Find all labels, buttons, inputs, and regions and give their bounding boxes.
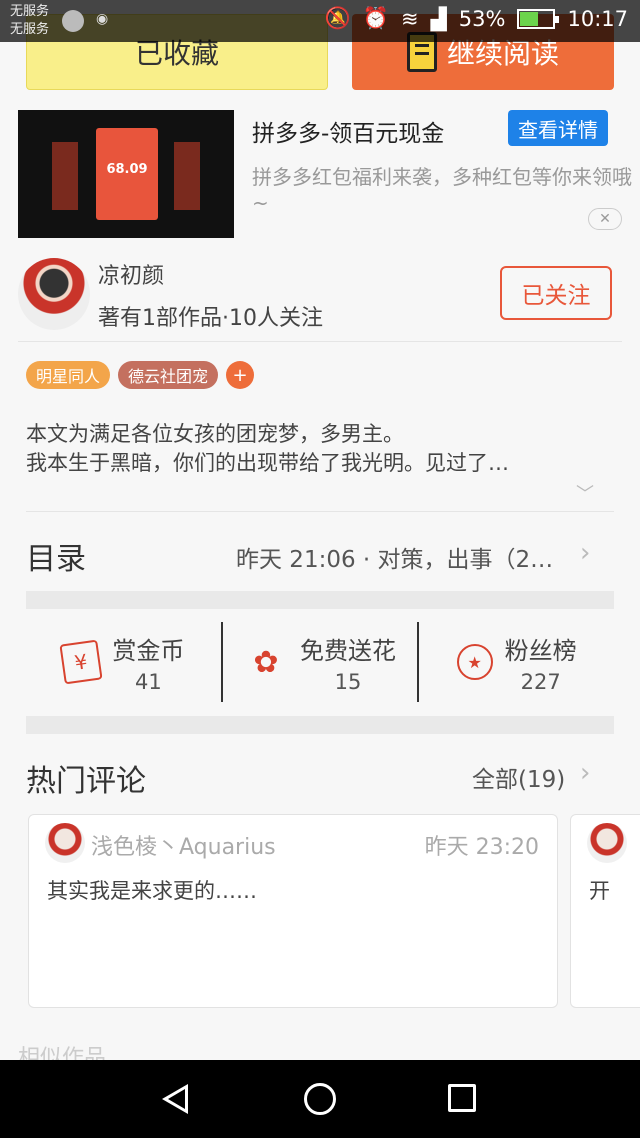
status-bar: 无服务 无服务 ◉ 🔕 ⏰ ≋ ▟ 53% 10:17 [0, 0, 640, 42]
mute-icon: 🔕 [324, 6, 351, 30]
synopsis[interactable]: 本文为满足各位女孩的团宠梦，多男主。 我本生于黑暗，你们的出现带给了我光明。见过… [26, 420, 606, 478]
home-icon[interactable] [304, 1083, 336, 1115]
stat-value: 15 [334, 669, 362, 694]
send-flower-button[interactable]: ✿ 免费送花 15 [220, 622, 418, 702]
comment-user[interactable]: 浅色棱丶Aquarius [91, 829, 276, 861]
avatar[interactable] [45, 823, 85, 863]
section-separator [26, 591, 614, 609]
battery-icon [517, 8, 560, 29]
wifi-icon: ≋ [401, 6, 419, 31]
battery-percent: 53% [458, 6, 506, 31]
ad-banner[interactable]: 68.09 拼多多-领百元现金 查看详情 拼多多红包福利来袭，多种红包等你来领哦… [0, 108, 640, 240]
notification-dot-icon [62, 10, 84, 32]
synopsis-line: 我本生于黑暗，你们的出现带给了我光明。见过了… [26, 451, 509, 475]
app-notification-icon: ◉ [96, 11, 109, 27]
comment-card[interactable]: 开 [570, 814, 640, 1008]
tag-list: 明星同人 德云社团宠 + [26, 361, 255, 389]
recent-apps-icon[interactable] [448, 1084, 476, 1112]
catalog-title: 目录 [26, 542, 86, 577]
all-comments-link[interactable]: 全部(19) [472, 760, 565, 794]
clock: 10:17 [567, 6, 628, 31]
avatar[interactable] [587, 823, 627, 863]
back-icon[interactable] [162, 1084, 188, 1114]
follow-button[interactable]: 已关注 [500, 266, 612, 320]
author-row[interactable]: 凉初颜 著有1部作品·10人关注 已关注 [0, 252, 640, 342]
ad-description: 拼多多红包福利来袭，多种红包等你来领哦~ [252, 165, 632, 215]
medal-icon: ★ [456, 644, 493, 680]
latest-chapter: 昨天 21:06 · 对策，出事（2… [236, 547, 554, 573]
flower-icon: ✿ [253, 644, 279, 680]
ad-amount: 68.09 [106, 162, 148, 177]
reward-coins-button[interactable]: ¥ 赏金币 41 [26, 622, 221, 702]
comment-time: 昨天 23:20 [424, 835, 539, 860]
carrier-1: 无服务 [10, 4, 50, 19]
stats-row: ¥ 赏金币 41 ✿ 免费送花 15 ★ 粉丝榜 227 [26, 622, 614, 702]
tag-chip[interactable]: 明星同人 [26, 361, 111, 389]
ad-title: 拼多多-领百元现金 [252, 121, 445, 147]
signal-icon: ▟ [430, 6, 447, 31]
stat-label: 免费送花 [300, 636, 396, 665]
comment-text: 开 [589, 879, 610, 903]
ad-image: 68.09 [18, 110, 234, 238]
chevron-right-icon: › [580, 538, 591, 568]
chevron-down-icon[interactable]: ﹀ [576, 480, 594, 506]
carrier-2: 无服务 [10, 22, 50, 37]
stat-value: 227 [520, 669, 561, 694]
stat-label: 粉丝榜 [504, 636, 577, 665]
author-name: 凉初颜 [98, 264, 165, 289]
ad-detail-button[interactable]: 查看详情 [508, 110, 608, 146]
alarm-icon: ⏰ [362, 6, 390, 30]
stat-label: 赏金币 [112, 636, 185, 665]
fan-ranking-button[interactable]: ★ 粉丝榜 227 [417, 622, 614, 702]
tag-chip[interactable]: 德云社团宠 [118, 361, 219, 389]
status-icons: 🔕 ⏰ ≋ ▟ 53% 10:17 [325, 6, 628, 31]
section-separator [26, 716, 614, 734]
author-meta: 著有1部作品·10人关注 [98, 306, 323, 331]
hot-comments-title: 热门评论 [26, 764, 146, 799]
navigation-bar [0, 1060, 640, 1138]
add-tag-button[interactable]: + [226, 361, 255, 389]
divider [18, 341, 622, 342]
comment-card[interactable]: 浅色棱丶Aquarius 昨天 23:20 其实我是来求更的…… [28, 814, 558, 1008]
synopsis-line: 本文为满足各位女孩的团宠梦，多男主。 [26, 422, 404, 446]
comment-text: 其实我是来求更的…… [47, 879, 257, 903]
stat-value: 41 [134, 669, 162, 694]
chevron-right-icon[interactable]: › [580, 758, 590, 788]
money-icon: ¥ [59, 639, 103, 685]
close-icon[interactable]: ✕ [588, 208, 622, 230]
avatar[interactable] [18, 258, 90, 330]
catalog-row[interactable]: 目录 昨天 21:06 · 对策，出事（2… › [0, 512, 640, 592]
carrier-info: 无服务 无服务 [10, 3, 49, 39]
